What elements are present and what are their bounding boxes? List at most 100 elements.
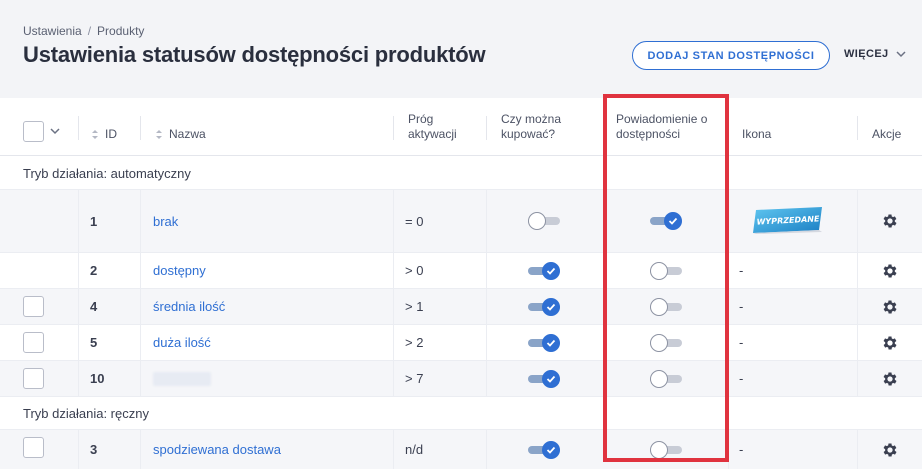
add-availability-button[interactable]: DODAJ STAN DOSTĘPNOŚCI [632, 41, 830, 70]
header-divider [486, 116, 487, 140]
header-divider [140, 116, 141, 140]
row-threshold: > 7 [405, 371, 424, 386]
column-separator [728, 361, 729, 396]
column-separator [728, 289, 729, 324]
row-threshold: > 1 [405, 299, 424, 314]
notify-toggle[interactable] [650, 370, 682, 388]
row-threshold: = 0 [405, 213, 424, 229]
notify-toggle[interactable] [650, 212, 682, 230]
row-name-link[interactable]: średnia ilość [153, 289, 225, 324]
row-name-link[interactable]: spodziewana dostawa [153, 430, 281, 469]
table-row[interactable]: 10 > 7 - [0, 360, 922, 396]
row-checkbox[interactable] [23, 332, 44, 353]
check-icon [546, 446, 556, 454]
table-header: ID Nazwa Próg aktywacji Czy można kupowa… [0, 98, 922, 156]
row-id: 5 [90, 335, 98, 350]
gear-icon[interactable] [881, 262, 899, 280]
check-icon [546, 267, 556, 275]
select-all-checkbox[interactable] [23, 121, 44, 142]
header-divider [393, 116, 394, 140]
can-buy-toggle[interactable] [528, 334, 560, 352]
row-checkbox[interactable] [23, 368, 44, 389]
notify-toggle[interactable] [650, 262, 682, 280]
column-notify-label-line2: dostępności [616, 127, 681, 141]
column-can-buy-label-line2: kupować? [501, 127, 556, 141]
column-separator [140, 289, 141, 324]
column-threshold-label-line2: aktywacji [408, 127, 457, 141]
column-separator [857, 190, 858, 252]
group-row-automatic: Tryb działania: automatyczny [0, 156, 922, 190]
row-name-link[interactable]: duża ilość [153, 325, 211, 360]
column-separator [857, 325, 858, 360]
column-icon: Ikona [742, 126, 772, 141]
row-checkbox[interactable] [23, 437, 44, 458]
table-row[interactable]: 3 spodziewana dostawa n/d - [0, 429, 922, 469]
breadcrumb-root[interactable]: Ustawienia [23, 24, 82, 38]
column-name-label: Nazwa [169, 126, 206, 141]
group-row-manual: Tryb działania: ręczny [0, 396, 922, 430]
can-buy-toggle[interactable] [528, 370, 560, 388]
row-name-redacted[interactable] [153, 361, 211, 396]
notify-toggle[interactable] [650, 334, 682, 352]
page-header: Ustawienia / Produkty Ustawienia statusów … [0, 0, 922, 98]
column-can-buy-label-line1: Czy można [501, 112, 562, 126]
column-name[interactable]: Nazwa [155, 105, 206, 163]
row-name-link[interactable]: dostępny [153, 253, 206, 288]
row-name-link[interactable]: brak [153, 190, 178, 252]
column-threshold: Próg aktywacji [408, 98, 457, 156]
gear-icon[interactable] [881, 441, 899, 459]
sold-out-badge-icon: WYPRZEDANE [753, 207, 822, 234]
redacted-name-placeholder [153, 371, 211, 386]
column-separator [78, 325, 79, 360]
column-separator [486, 430, 487, 469]
gear-icon[interactable] [881, 212, 899, 230]
page-title: Ustawienia statusów dostępności produktó… [23, 42, 486, 67]
table-row[interactable]: 5 duża ilość > 2 - [0, 324, 922, 360]
table-row[interactable]: 4 średnia ilość > 1 - [0, 288, 922, 324]
column-separator [140, 361, 141, 396]
column-separator [393, 253, 394, 288]
column-notify-label-line1: Powiadomienie o [616, 112, 708, 126]
column-separator [857, 289, 858, 324]
table-row[interactable]: 1 brak = 0 WYPRZEDANE [0, 189, 922, 252]
gear-icon[interactable] [881, 298, 899, 316]
column-can-buy: Czy można kupować? [501, 98, 561, 156]
row-icon-empty: - [739, 442, 744, 457]
can-buy-toggle[interactable] [528, 262, 560, 280]
column-separator [393, 190, 394, 252]
row-icon-empty: - [739, 371, 744, 386]
notify-toggle[interactable] [650, 298, 682, 316]
column-separator [140, 325, 141, 360]
notify-toggle[interactable] [650, 441, 682, 459]
column-threshold-label-line1: Próg [408, 112, 434, 126]
check-icon [546, 303, 556, 311]
can-buy-toggle[interactable] [528, 441, 560, 459]
row-icon-empty: - [739, 299, 744, 314]
column-id[interactable]: ID [91, 105, 117, 163]
table-row[interactable]: 2 dostępny > 0 - [0, 252, 922, 288]
column-separator [728, 325, 729, 360]
sort-icon [92, 129, 98, 139]
column-separator [728, 253, 729, 288]
check-icon [668, 217, 678, 225]
gear-icon[interactable] [881, 334, 899, 352]
can-buy-toggle[interactable] [528, 298, 560, 316]
column-separator [857, 253, 858, 288]
column-separator [78, 190, 79, 252]
header-divider [78, 116, 79, 140]
column-actions: Akcje [872, 126, 902, 141]
breadcrumb-current[interactable]: Produkty [97, 24, 144, 38]
gear-icon[interactable] [881, 370, 899, 388]
can-buy-toggle[interactable] [528, 212, 560, 230]
select-menu-chevron-icon[interactable] [49, 125, 61, 137]
sort-icon [156, 129, 162, 139]
column-notify: Powiadomienie o dostępności [616, 98, 707, 156]
row-checkbox[interactable] [23, 296, 44, 317]
more-button[interactable]: WIĘCEJ [844, 48, 907, 60]
check-icon [546, 375, 556, 383]
column-separator [393, 325, 394, 360]
column-separator [78, 289, 79, 324]
column-separator [140, 190, 141, 252]
row-threshold: n/d [405, 442, 424, 457]
more-button-label: WIĘCEJ [844, 48, 889, 60]
